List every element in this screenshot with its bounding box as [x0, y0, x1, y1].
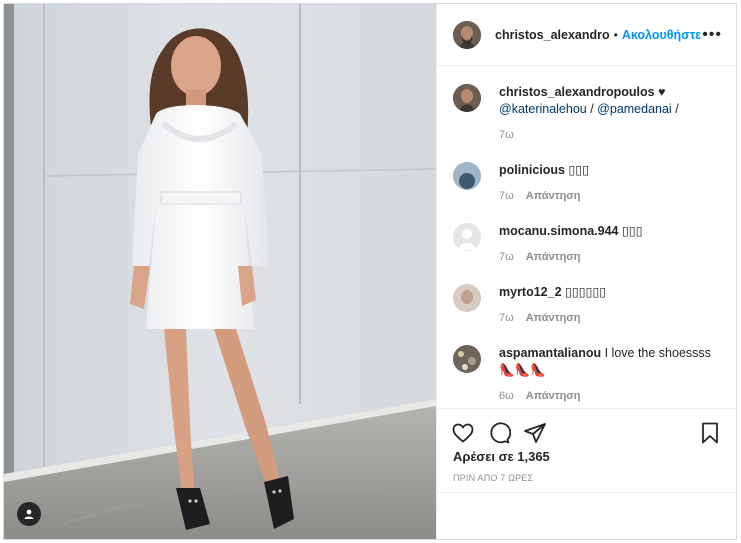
- author-username[interactable]: christos_alexandro: [495, 28, 610, 42]
- comment-meta: 7ω Απάντηση: [499, 310, 606, 327]
- timestamp[interactable]: 7ω: [499, 190, 514, 202]
- comment-meta: 6ω Απάντηση: [499, 388, 724, 405]
- post-header: christos_alexandro • Ακολουθήστε •••: [437, 4, 736, 66]
- comment-body: mocanu.simona.944 ▯▯▯ 7ω Απάντηση: [499, 223, 643, 266]
- send-icon[interactable]: [523, 421, 547, 445]
- comment-icon[interactable]: [487, 421, 511, 445]
- caption-avatar[interactable]: [453, 84, 481, 112]
- comment-text: ▯▯▯: [618, 224, 643, 238]
- photo-image: [4, 4, 436, 539]
- caption: christos_alexandropoulos ♥ @katerinaleho…: [453, 84, 724, 144]
- mention-link[interactable]: @katerinalehou: [499, 102, 587, 116]
- follow-button[interactable]: Ακολουθήστε: [622, 28, 701, 42]
- timestamp[interactable]: 7ω: [499, 312, 514, 324]
- commenter-username[interactable]: mocanu.simona.944: [499, 224, 619, 238]
- caption-tail: /: [671, 102, 679, 116]
- timestamp[interactable]: 6ω: [499, 390, 514, 402]
- commenter-avatar[interactable]: [453, 284, 481, 312]
- author-avatar[interactable]: [453, 20, 481, 49]
- more-options-icon[interactable]: •••: [702, 26, 722, 44]
- comment-meta: 7ω Απάντηση: [499, 249, 643, 266]
- reply-button[interactable]: Απάντηση: [526, 190, 581, 202]
- caption-username[interactable]: christos_alexandropoulos: [499, 85, 655, 99]
- timestamp[interactable]: 7ω: [499, 129, 514, 141]
- comment-item: myrto12_2 ▯▯▯▯▯▯ 7ω Απάντηση: [453, 284, 724, 327]
- post-time[interactable]: ΠΡΙΝ ΑΠΟ 7 ΩΡΕΣ: [453, 473, 533, 483]
- likes-count[interactable]: Αρέσει σε 1,365: [453, 449, 550, 464]
- reply-button[interactable]: Απάντηση: [526, 251, 581, 263]
- bookmark-icon[interactable]: [698, 421, 722, 445]
- comment-body: myrto12_2 ▯▯▯▯▯▯ 7ω Απάντηση: [499, 284, 606, 327]
- comment-item: mocanu.simona.944 ▯▯▯ 7ω Απάντηση: [453, 223, 724, 266]
- reply-button[interactable]: Απάντηση: [526, 390, 581, 402]
- commenter-avatar[interactable]: [453, 345, 481, 373]
- timestamp[interactable]: 7ω: [499, 251, 514, 263]
- post-photo[interactable]: [4, 4, 436, 539]
- mention-link[interactable]: @pamedanai: [597, 102, 672, 116]
- comment-text: ▯▯▯▯▯▯: [561, 285, 607, 299]
- caption-body: christos_alexandropoulos ♥ @katerinaleho…: [499, 84, 679, 144]
- header-separator: •: [613, 27, 618, 42]
- comment-meta: 7ω Απάντηση: [499, 188, 589, 205]
- reply-button[interactable]: Απάντηση: [526, 312, 581, 324]
- caption-separator: /: [586, 102, 598, 116]
- commenter-username[interactable]: aspamantalianou: [499, 346, 601, 360]
- comment-body: aspamantalianou I love the shoessss 👠👠👠 …: [499, 345, 724, 405]
- comments-list[interactable]: christos_alexandropoulos ♥ @katerinaleho…: [437, 66, 736, 408]
- user-tag-icon[interactable]: [17, 502, 41, 526]
- commenter-avatar[interactable]: [453, 162, 481, 190]
- heart-icon[interactable]: [451, 421, 475, 445]
- commenter-avatar[interactable]: [453, 223, 481, 251]
- comment-text: ▯▯▯: [564, 163, 590, 177]
- comment-item: polinicious ▯▯▯ 7ω Απάντηση: [453, 162, 724, 205]
- caption-meta: 7ω: [499, 127, 679, 144]
- caption-text: ♥: [654, 85, 666, 99]
- post-side-panel: christos_alexandro • Ακολουθήστε ••• chr…: [436, 4, 736, 539]
- commenter-username[interactable]: polinicious: [499, 163, 565, 177]
- comment-box: [437, 492, 736, 539]
- commenter-username[interactable]: myrto12_2: [499, 285, 562, 299]
- instagram-post: christos_alexandro • Ακολουθήστε ••• chr…: [3, 3, 737, 540]
- comment-item: aspamantalianou I love the shoessss 👠👠👠 …: [453, 345, 724, 405]
- comment-body: polinicious ▯▯▯ 7ω Απάντηση: [499, 162, 589, 205]
